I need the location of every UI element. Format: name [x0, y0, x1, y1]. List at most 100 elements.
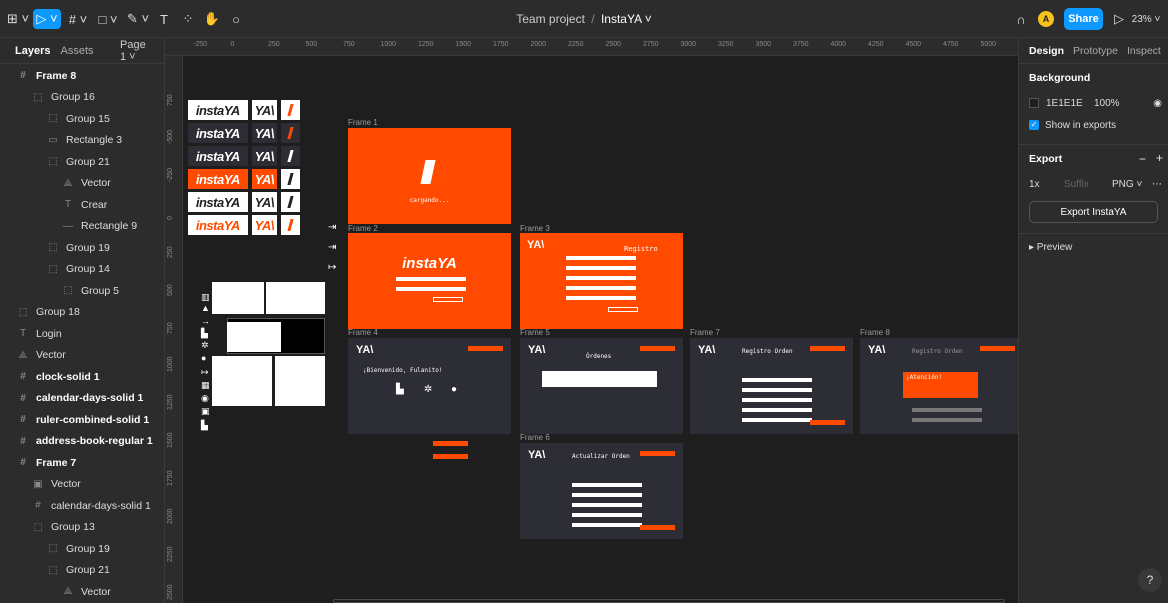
design-canvas[interactable]: instaYA YA\ instaYA YA\ instaYA YA\ instaYA YA\… — [183, 56, 1018, 603]
checkbox-checked-icon[interactable]: ✓ — [1029, 120, 1039, 130]
logo-variant-row[interactable]: instaYA YA\ — [188, 215, 300, 235]
calendar-icon[interactable]: ▦ — [201, 380, 210, 391]
instaya-wordmark[interactable]: instaYA — [188, 100, 248, 120]
user-icon[interactable]: ● — [201, 353, 206, 363]
instaya-wordmark[interactable]: instaYA — [188, 169, 248, 189]
color-swatch[interactable] — [1029, 98, 1039, 108]
headphones-icon[interactable]: ∩ — [1012, 9, 1030, 29]
frame-label[interactable]: Frame 5 — [520, 328, 550, 337]
frame-3-registro[interactable]: YA\ Registro — [520, 233, 683, 329]
background-hex[interactable]: 1E1E1E — [1046, 98, 1094, 109]
address-book-icon[interactable]: ▣ — [201, 406, 210, 417]
orden-field[interactable] — [742, 388, 812, 392]
orden-field[interactable] — [912, 418, 982, 422]
layer-row[interactable]: ⬚ Group 19 — [0, 538, 164, 560]
share-button[interactable]: Share — [1064, 8, 1103, 30]
layer-row[interactable]: ⬚ Group 21 — [0, 560, 164, 582]
dolly-icon[interactable]: ▙ — [201, 328, 208, 339]
frame-4-home[interactable]: YA\ ¡Bienvenido, Fulanito! ▙ ✲ ● — [348, 338, 511, 434]
document-title[interactable]: Team project / InstaYA ˅ — [0, 12, 1168, 26]
zoom-dropdown[interactable]: 23% ˅ — [1130, 9, 1162, 29]
tab-assets[interactable]: Assets — [60, 45, 93, 57]
frame-2-login[interactable]: instaYA — [348, 233, 511, 329]
export-scale[interactable]: 1x — [1029, 179, 1064, 190]
dolly-icon[interactable]: ▙ — [396, 384, 404, 395]
layer-row[interactable]: # Frame 8 — [0, 65, 164, 87]
layer-row[interactable]: # ruler-combined-solid 1 — [0, 409, 164, 431]
frame-label[interactable]: Frame 8 — [860, 328, 890, 337]
layer-row[interactable]: # calendar-days-solid 1 — [0, 495, 164, 517]
frame-5-ordenes[interactable]: YA\ Órdenes — [520, 338, 683, 434]
registro-field[interactable] — [566, 266, 636, 270]
layer-row[interactable]: T Crear — [0, 194, 164, 216]
frame-7-registro-orden[interactable]: YA\ Registro Orden — [690, 338, 853, 434]
frame-label[interactable]: Frame 6 — [520, 433, 550, 442]
export-button[interactable]: Export InstaYA — [1029, 201, 1158, 223]
register-icon[interactable]: ⇥ — [328, 242, 336, 253]
instaya-wordmark[interactable]: instaYA — [188, 215, 248, 235]
user-icon[interactable]: ● — [451, 384, 457, 395]
ya-logo[interactable]: YA\ — [251, 169, 277, 189]
layer-row[interactable]: # calendar-days-solid 1 — [0, 388, 164, 410]
login-button[interactable] — [433, 297, 463, 302]
orden-field[interactable] — [742, 418, 812, 422]
exclamation-logo-icon[interactable] — [280, 123, 300, 143]
wireframe-thumbnail[interactable] — [227, 322, 281, 352]
file-name[interactable]: InstaYA ˅ — [601, 12, 652, 26]
more-options-icon[interactable]: ⋯ — [1152, 179, 1162, 190]
ya-logo[interactable]: YA\ — [251, 123, 277, 143]
frame-label[interactable]: Frame 1 — [348, 118, 378, 127]
wireframe-thumbnail[interactable] — [212, 282, 264, 314]
layer-row[interactable]: ⬚ Group 19 — [0, 237, 164, 259]
instaya-wordmark[interactable]: instaYA — [188, 123, 248, 143]
registro-field[interactable] — [566, 286, 636, 290]
lock-icon[interactable]: ▲ — [201, 303, 210, 313]
wireframe-thumbnail[interactable] — [212, 356, 272, 406]
ya-logo[interactable]: YA\ — [251, 100, 277, 120]
instaya-wordmark[interactable]: instaYA — [188, 192, 248, 212]
orden-field[interactable] — [912, 408, 982, 412]
layer-row[interactable]: ⟁ Vector — [0, 173, 164, 195]
frame-label[interactable]: Frame 7 — [690, 328, 720, 337]
logo-variant-row[interactable]: instaYA YA\ — [188, 146, 300, 166]
login-icon[interactable]: ⇥ — [328, 222, 336, 233]
gear-icon[interactable]: ✲ — [424, 384, 432, 395]
avatar[interactable]: A — [1038, 11, 1054, 27]
username-input[interactable] — [396, 277, 466, 281]
exclamation-logo-icon[interactable] — [280, 146, 300, 166]
present-play-icon[interactable]: ▷ — [1112, 9, 1126, 29]
registro-field[interactable] — [566, 256, 636, 260]
orden-field[interactable] — [572, 503, 642, 507]
layer-row[interactable]: ⬚ Group 13 — [0, 517, 164, 539]
ya-logo[interactable]: YA\ — [251, 192, 277, 212]
logo-variant-row[interactable]: instaYA YA\ — [188, 169, 300, 189]
export-format-dropdown[interactable]: PNG ˅ — [1112, 179, 1142, 190]
logo-variant-row[interactable]: instaYA YA\ — [188, 123, 300, 143]
frame-1-loading[interactable]: cargando... — [348, 128, 511, 224]
exclamation-logo-icon[interactable] — [280, 100, 300, 120]
id-card-icon[interactable]: ▥ — [201, 292, 210, 303]
show-in-exports-row[interactable]: ✓ Show in exports — [1029, 114, 1158, 136]
component-button[interactable] — [433, 441, 468, 446]
login-icon[interactable]: → — [201, 316, 210, 326]
password-input[interactable] — [396, 287, 466, 291]
logout-button[interactable] — [640, 451, 675, 456]
crear-button[interactable] — [810, 420, 845, 425]
layer-row[interactable]: ⟁ Vector — [0, 581, 164, 603]
orden-field[interactable] — [572, 493, 642, 497]
actualizar-button[interactable] — [640, 525, 675, 530]
orden-field[interactable] — [742, 378, 812, 382]
clock-icon[interactable]: ◉ — [201, 393, 209, 404]
frame-8-atencion[interactable]: YA\ Registro Orden ¡Atención! — [860, 338, 1018, 434]
component-button[interactable] — [433, 454, 468, 459]
layer-row[interactable]: # Frame 7 — [0, 452, 164, 474]
page-selector[interactable]: Page 1 ˅ — [120, 39, 154, 63]
eye-icon[interactable]: ◉ — [1153, 98, 1162, 109]
frame-label[interactable]: Frame 2 — [348, 224, 378, 233]
logout-button[interactable] — [980, 346, 1015, 351]
logout-button[interactable] — [468, 346, 503, 351]
layer-row[interactable]: — Rectangle 9 — [0, 216, 164, 238]
logo-variants[interactable]: instaYA YA\ instaYA YA\ instaYA YA\ instaYA YA\… — [183, 100, 308, 265]
layer-row[interactable]: T Login — [0, 323, 164, 345]
registro-field[interactable] — [566, 276, 636, 280]
